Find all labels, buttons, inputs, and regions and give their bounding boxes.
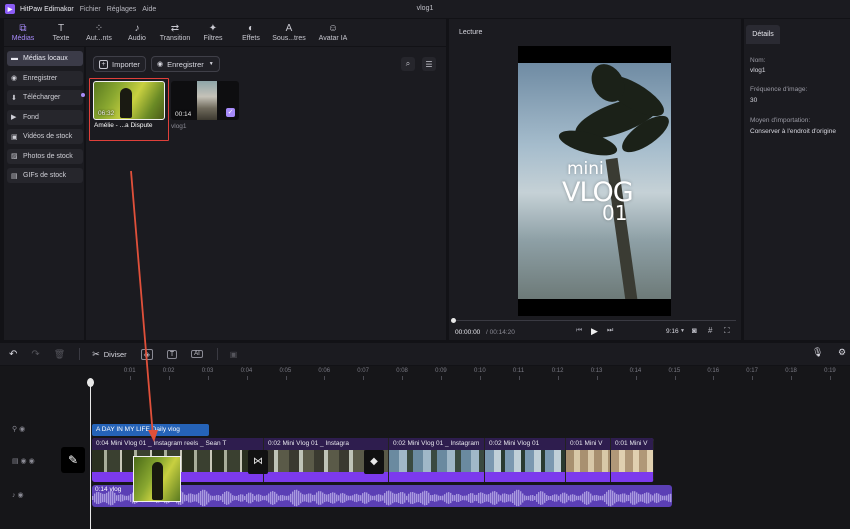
app-window: ▶ HitPaw Edimakor Fichier Réglages Aide …	[0, 0, 850, 529]
arrow-head	[148, 430, 158, 442]
drag-arrow-annotation	[130, 170, 158, 442]
arrow-line	[130, 170, 154, 437]
